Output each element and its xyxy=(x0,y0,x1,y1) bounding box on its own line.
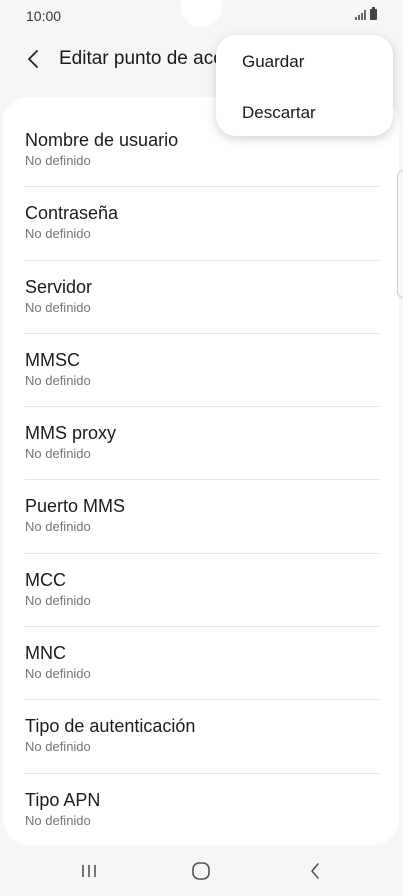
setting-title: Tipo APN xyxy=(25,789,101,810)
setting-mms-port[interactable]: Puerto MMS No definido xyxy=(3,479,399,552)
setting-value: No definido xyxy=(25,226,91,242)
setting-value: No definido xyxy=(25,446,91,462)
setting-title: MCC xyxy=(25,569,66,590)
home-button[interactable] xyxy=(186,858,216,884)
back-button[interactable] xyxy=(16,42,50,76)
recent-apps-icon xyxy=(82,865,96,877)
setting-value: No definido xyxy=(25,592,91,608)
setting-title: MMSC xyxy=(25,349,80,370)
navigation-bar xyxy=(0,846,403,896)
setting-title: Puerto MMS xyxy=(25,496,126,517)
setting-mmsc[interactable]: MMSC No definido xyxy=(3,332,399,406)
setting-server[interactable]: Servidor No definido xyxy=(3,259,399,333)
setting-title: Contraseña xyxy=(25,203,119,224)
setting-title: Tipo de autenticación xyxy=(25,716,196,737)
menu-item-save[interactable]: Guardar xyxy=(242,52,304,72)
recent-apps-button[interactable] xyxy=(74,858,104,884)
status-time: 10:00 xyxy=(26,8,62,24)
home-icon xyxy=(192,862,210,880)
battery-icon xyxy=(370,7,377,20)
options-popup-menu: Guardar Descartar xyxy=(216,35,393,136)
menu-item-discard[interactable]: Descartar xyxy=(242,103,316,123)
page-title: Editar punto de acceso xyxy=(59,48,229,69)
status-icons xyxy=(355,7,377,20)
setting-title: MMS proxy xyxy=(25,423,117,444)
setting-value: No definido xyxy=(25,372,91,388)
setting-value: No definido xyxy=(25,519,91,535)
back-arrow-icon xyxy=(28,50,38,68)
setting-mnc[interactable]: MNC No definido xyxy=(3,626,399,699)
settings-list: Nombre de usuario No definido Contraseña… xyxy=(3,113,399,845)
setting-title: Servidor xyxy=(25,276,93,297)
status-bar: 10:00 xyxy=(0,0,403,32)
setting-auth-type[interactable]: Tipo de autenticación No definido xyxy=(3,699,399,772)
setting-mcc[interactable]: MCC No definido xyxy=(3,552,399,626)
setting-apn-type[interactable]: Tipo APN No definido xyxy=(3,772,399,845)
camera-notch xyxy=(181,0,222,27)
setting-value: No definido xyxy=(25,666,91,682)
setting-value: No definido xyxy=(25,812,91,828)
setting-value: No definido xyxy=(25,739,91,755)
settings-card: Nombre de usuario No definido Contraseña… xyxy=(3,97,399,845)
setting-password[interactable]: Contraseña No definido xyxy=(3,186,399,259)
setting-mms-proxy[interactable]: MMS proxy No definido xyxy=(3,406,399,479)
setting-title: MNC xyxy=(25,643,66,664)
nav-back-button[interactable] xyxy=(300,858,330,884)
back-icon xyxy=(311,863,319,879)
setting-value: No definido xyxy=(25,153,91,168)
scrollbar[interactable] xyxy=(397,170,403,298)
setting-value: No definido xyxy=(25,299,91,315)
signal-icon xyxy=(355,10,366,20)
